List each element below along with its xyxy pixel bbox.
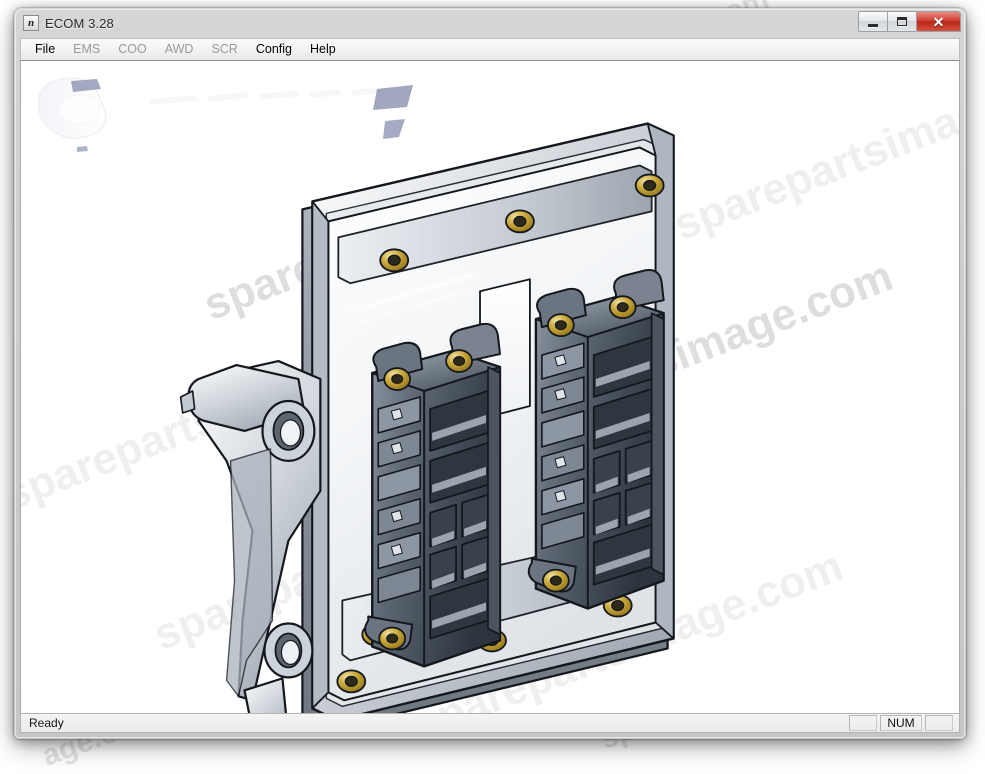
menu-item-scr: SCR [202, 40, 246, 59]
title-bar[interactable]: n ECOM 3.28 ✕ [14, 8, 966, 38]
status-bar: Ready NUM [20, 713, 960, 733]
status-pane-num: NUM [880, 715, 922, 731]
client-watermark: sparepartsimage.com [667, 60, 960, 251]
menu-item-config[interactable]: Config [247, 40, 301, 59]
minimize-icon [868, 24, 878, 27]
window-title: ECOM 3.28 [45, 16, 114, 31]
application-window: n ECOM 3.28 ✕ File EMS COO AWD SCR [14, 8, 966, 739]
client-watermark: sparepartsimage.com [457, 251, 900, 461]
close-button[interactable]: ✕ [916, 11, 961, 32]
menu-bar: File EMS COO AWD SCR Config Help [20, 38, 960, 60]
app-window-icon: n [23, 15, 39, 31]
menu-item-coo: COO [109, 40, 155, 59]
app-icon-glyph: n [28, 18, 34, 29]
maximize-icon [897, 17, 907, 26]
client-watermark: sparepartsimage.com [197, 121, 640, 331]
menu-item-awd: AWD [156, 40, 203, 59]
menu-item-file[interactable]: File [26, 40, 64, 59]
status-message: Ready [21, 716, 849, 730]
minimize-button[interactable] [858, 11, 887, 32]
menu-item-help[interactable]: Help [301, 40, 345, 59]
window-controls: ✕ [858, 11, 961, 32]
client-watermark: sparepartsimage.com [147, 451, 590, 661]
desktop-background: .com age.com spa .co n ECOM 3.28 ✕ [0, 0, 985, 754]
client-watermark: sparepartsimage.com [20, 311, 440, 521]
faded-logo-graphic [29, 69, 419, 174]
close-icon: ✕ [933, 15, 945, 29]
maximize-button[interactable] [887, 11, 916, 32]
client-watermark: sparepartsimage.com [407, 541, 850, 715]
client-area[interactable]: sparepartsimage.com sparepartsimage.com … [20, 60, 960, 715]
menu-item-ems: EMS [64, 40, 109, 59]
status-pane-1 [849, 715, 877, 731]
ecu-illustration [21, 61, 959, 714]
status-pane-3 [925, 715, 953, 731]
